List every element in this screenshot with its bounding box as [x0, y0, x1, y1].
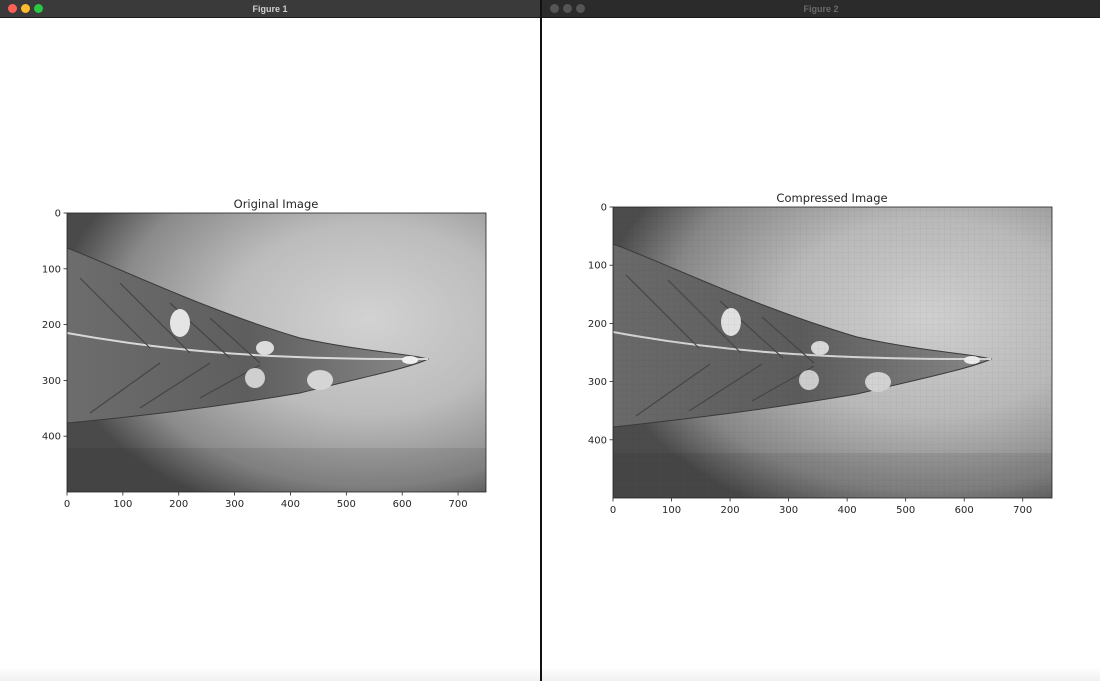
- x-tick-label: 200: [169, 499, 188, 510]
- x-tick-label: 400: [281, 499, 300, 510]
- plot-title: Compressed Image: [776, 191, 887, 205]
- title-bar[interactable]: Figure 2: [542, 0, 1100, 18]
- x-tick-label: 100: [662, 505, 681, 516]
- y-tick-label: 300: [42, 376, 61, 387]
- window-title: Figure 2: [803, 4, 839, 14]
- plot-title: Original Image: [234, 197, 319, 211]
- y-tick-label: 400: [42, 432, 61, 443]
- x-tick-label: 500: [896, 505, 915, 516]
- image-area: [67, 213, 486, 492]
- x-tick-label: 200: [721, 505, 740, 516]
- window-title: Figure 1: [252, 4, 288, 14]
- x-tick-label: 500: [337, 499, 356, 510]
- x-tick-label: 0: [610, 505, 616, 516]
- image-area: [613, 207, 1052, 498]
- x-tick-label: 600: [393, 499, 412, 510]
- y-tick-label: 200: [588, 319, 607, 330]
- x-tick-label: 100: [113, 499, 132, 510]
- title-bar[interactable]: Figure 1: [0, 0, 540, 18]
- figure-canvas[interactable]: Original Image 0 100 200 300 400 500 600 700 0 10…: [0, 18, 540, 681]
- x-tick-label: 700: [1013, 505, 1032, 516]
- x-tick-label: 700: [449, 499, 468, 510]
- figure-canvas[interactable]: Compressed Image 0 100 200 300 400 500 600 700 0…: [542, 18, 1100, 681]
- y-tick-label: 200: [42, 320, 61, 331]
- x-tick-label: 600: [955, 505, 974, 516]
- x-tick-label: 300: [225, 499, 244, 510]
- y-tick-label: 0: [601, 203, 607, 214]
- y-tick-label: 400: [588, 435, 607, 446]
- x-tick-label: 300: [779, 505, 798, 516]
- figure-1-window: Figure 1 Original Image 0 100 200 300 40…: [0, 0, 540, 681]
- window-bottom-edge: [0, 667, 540, 681]
- x-tick-label: 0: [64, 499, 70, 510]
- y-tick-label: 300: [588, 377, 607, 388]
- window-bottom-edge: [542, 667, 1100, 681]
- figure-2-window: Figure 2 Compressed Image 0 100 200 300 …: [542, 0, 1100, 681]
- y-tick-label: 100: [42, 264, 61, 275]
- y-tick-label: 0: [55, 209, 61, 220]
- y-tick-label: 100: [588, 261, 607, 272]
- x-tick-label: 400: [838, 505, 857, 516]
